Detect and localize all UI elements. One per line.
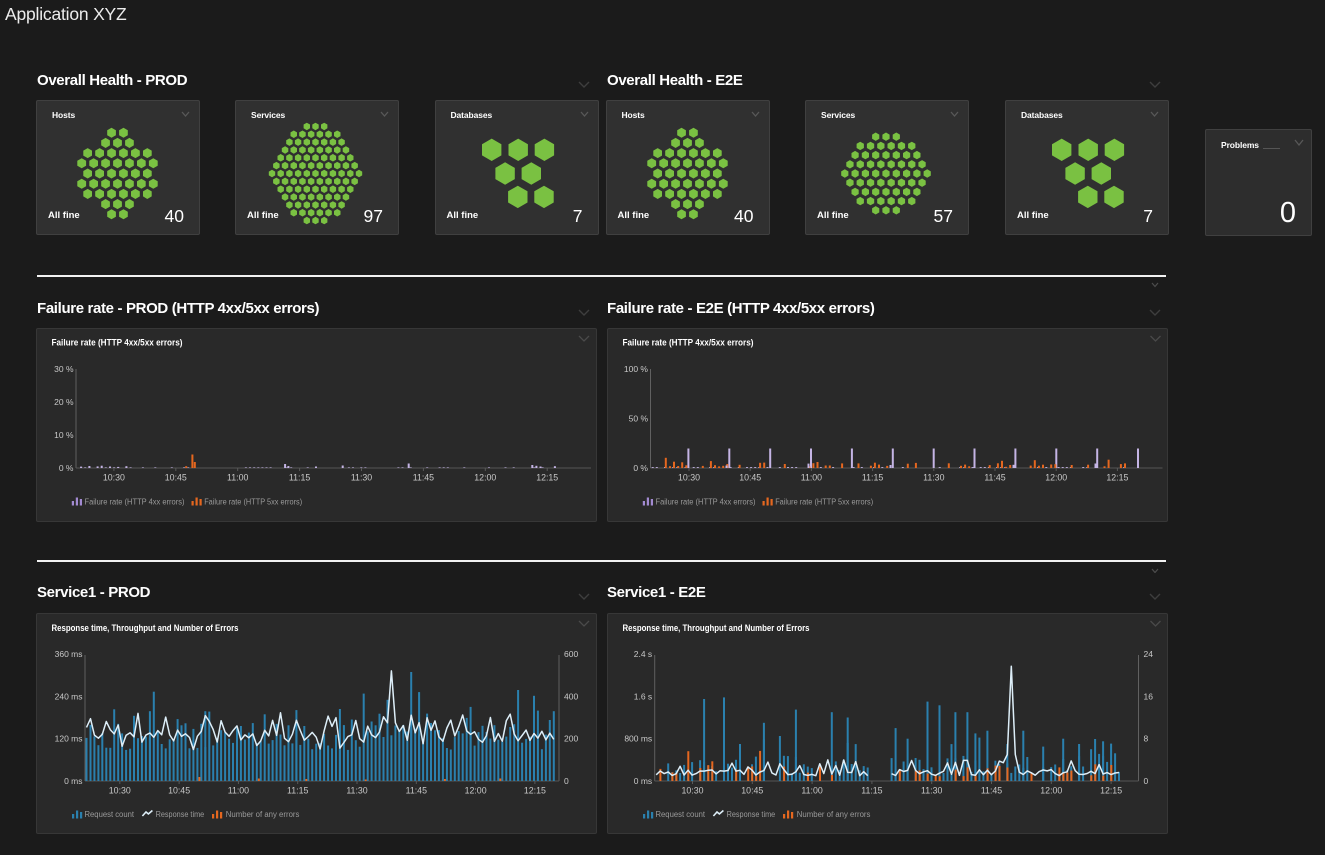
- svg-text:24: 24: [1143, 649, 1153, 659]
- svg-text:Request count: Request count: [655, 810, 705, 819]
- svg-text:11:30: 11:30: [351, 473, 372, 483]
- svg-text:Failure rate (HTTP 4xx/5xx err: Failure rate (HTTP 4xx/5xx errors): [52, 338, 183, 348]
- svg-text:Failure rate (HTTP 4xx errors): Failure rate (HTTP 4xx errors): [655, 498, 755, 507]
- svg-text:12:15: 12:15: [1100, 786, 1122, 796]
- svg-text:11:00: 11:00: [227, 473, 248, 483]
- svg-text:12:00: 12:00: [474, 473, 496, 483]
- svg-text:10:45: 10:45: [741, 786, 763, 796]
- svg-text:10:30: 10:30: [681, 786, 703, 796]
- svg-text:11:15: 11:15: [289, 473, 310, 483]
- svg-text:Response time: Response time: [726, 810, 775, 819]
- svg-text:0 ms: 0 ms: [64, 776, 82, 786]
- svg-text:1.6 s: 1.6 s: [633, 691, 651, 701]
- svg-text:11:30: 11:30: [346, 786, 367, 796]
- svg-text:10:45: 10:45: [739, 473, 761, 483]
- svg-text:0: 0: [564, 776, 569, 786]
- svg-text:10:45: 10:45: [165, 473, 187, 483]
- svg-text:11:45: 11:45: [980, 786, 1001, 796]
- svg-text:Number of any errors: Number of any errors: [796, 810, 870, 819]
- svg-text:11:00: 11:00: [800, 473, 821, 483]
- svg-text:10:45: 10:45: [168, 786, 190, 796]
- svg-text:Request count: Request count: [85, 810, 135, 819]
- svg-text:30 %: 30 %: [54, 364, 74, 374]
- svg-text:0 %: 0 %: [633, 463, 648, 473]
- svg-text:10:30: 10:30: [677, 473, 699, 483]
- svg-text:2.4 s: 2.4 s: [633, 649, 651, 659]
- svg-text:11:00: 11:00: [228, 786, 249, 796]
- svg-text:11:30: 11:30: [921, 786, 942, 796]
- svg-text:16: 16: [1143, 691, 1153, 701]
- svg-text:50 %: 50 %: [628, 414, 648, 424]
- svg-text:Failure rate (HTTP 5xx errors): Failure rate (HTTP 5xx errors): [204, 498, 302, 507]
- svg-text:11:45: 11:45: [984, 473, 1005, 483]
- svg-text:10 %: 10 %: [54, 430, 74, 440]
- svg-text:0: 0: [1143, 776, 1148, 786]
- svg-text:12:15: 12:15: [536, 473, 558, 483]
- svg-text:12:15: 12:15: [524, 786, 546, 796]
- svg-text:11:45: 11:45: [413, 473, 434, 483]
- svg-text:Failure rate (HTTP 5xx errors): Failure rate (HTTP 5xx errors): [775, 498, 873, 507]
- svg-text:800 ms: 800 ms: [624, 734, 652, 744]
- svg-text:8: 8: [1143, 734, 1148, 744]
- svg-text:400: 400: [564, 691, 578, 701]
- svg-text:0 ms: 0 ms: [633, 776, 651, 786]
- svg-text:120 ms: 120 ms: [55, 734, 83, 744]
- svg-text:11:00: 11:00: [801, 786, 822, 796]
- svg-text:100 %: 100 %: [623, 364, 648, 374]
- svg-text:200: 200: [564, 734, 578, 744]
- svg-text:10:30: 10:30: [109, 786, 131, 796]
- svg-text:Number of any errors: Number of any errors: [226, 810, 300, 819]
- svg-text:0 %: 0 %: [59, 463, 74, 473]
- svg-text:11:45: 11:45: [406, 786, 427, 796]
- svg-text:12:00: 12:00: [1040, 786, 1062, 796]
- svg-text:11:15: 11:15: [861, 786, 882, 796]
- svg-text:Failure rate (HTTP 4xx errors): Failure rate (HTTP 4xx errors): [85, 498, 185, 507]
- svg-text:12:00: 12:00: [1045, 473, 1067, 483]
- svg-text:240 ms: 240 ms: [55, 691, 83, 701]
- svg-text:Response time, Throughput and: Response time, Throughput and Number of …: [52, 623, 239, 633]
- svg-text:12:15: 12:15: [1106, 473, 1128, 483]
- svg-text:Failure rate (HTTP 4xx/5xx err: Failure rate (HTTP 4xx/5xx errors): [622, 338, 753, 348]
- svg-text:11:15: 11:15: [861, 473, 882, 483]
- svg-text:Response time: Response time: [156, 810, 205, 819]
- svg-text:Response time, Throughput and: Response time, Throughput and Number of …: [622, 623, 809, 633]
- svg-text:20 %: 20 %: [54, 397, 74, 407]
- svg-text:600: 600: [564, 649, 578, 659]
- svg-text:11:15: 11:15: [287, 786, 308, 796]
- svg-text:12:00: 12:00: [465, 786, 487, 796]
- svg-text:10:30: 10:30: [103, 473, 125, 483]
- svg-text:11:30: 11:30: [923, 473, 944, 483]
- svg-text:360 ms: 360 ms: [55, 649, 83, 659]
